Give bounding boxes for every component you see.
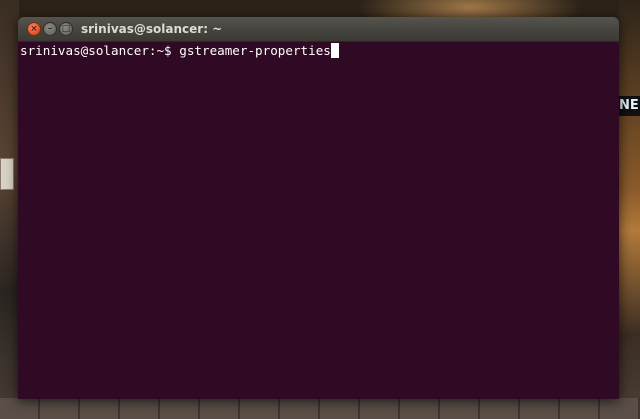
terminal-area[interactable]: srinivas@solancer:~$ gstreamer-propertie… — [18, 42, 619, 399]
terminal-window[interactable]: × – □ srinivas@solancer: ~ srinivas@sola… — [18, 17, 619, 399]
terminal-line: srinivas@solancer:~$ gstreamer-propertie… — [20, 42, 339, 59]
wallpaper-building-left — [0, 0, 19, 419]
close-button[interactable]: × — [27, 22, 41, 36]
text-cursor — [330, 43, 339, 58]
terminal-prompt: srinivas@solancer:~$ — [20, 43, 180, 58]
window-title: srinivas@solancer: ~ — [81, 22, 223, 36]
wallpaper-building-right: NE — [619, 0, 640, 419]
minimize-button[interactable]: – — [43, 22, 57, 36]
window-titlebar[interactable]: × – □ srinivas@solancer: ~ — [18, 17, 619, 42]
wallpaper-street-sign — [0, 158, 14, 190]
terminal-command: gstreamer-properties — [179, 43, 331, 58]
maximize-button[interactable]: □ — [59, 22, 73, 36]
wallpaper-street — [0, 398, 640, 419]
wallpaper-neon-sign: NE — [619, 96, 640, 116]
